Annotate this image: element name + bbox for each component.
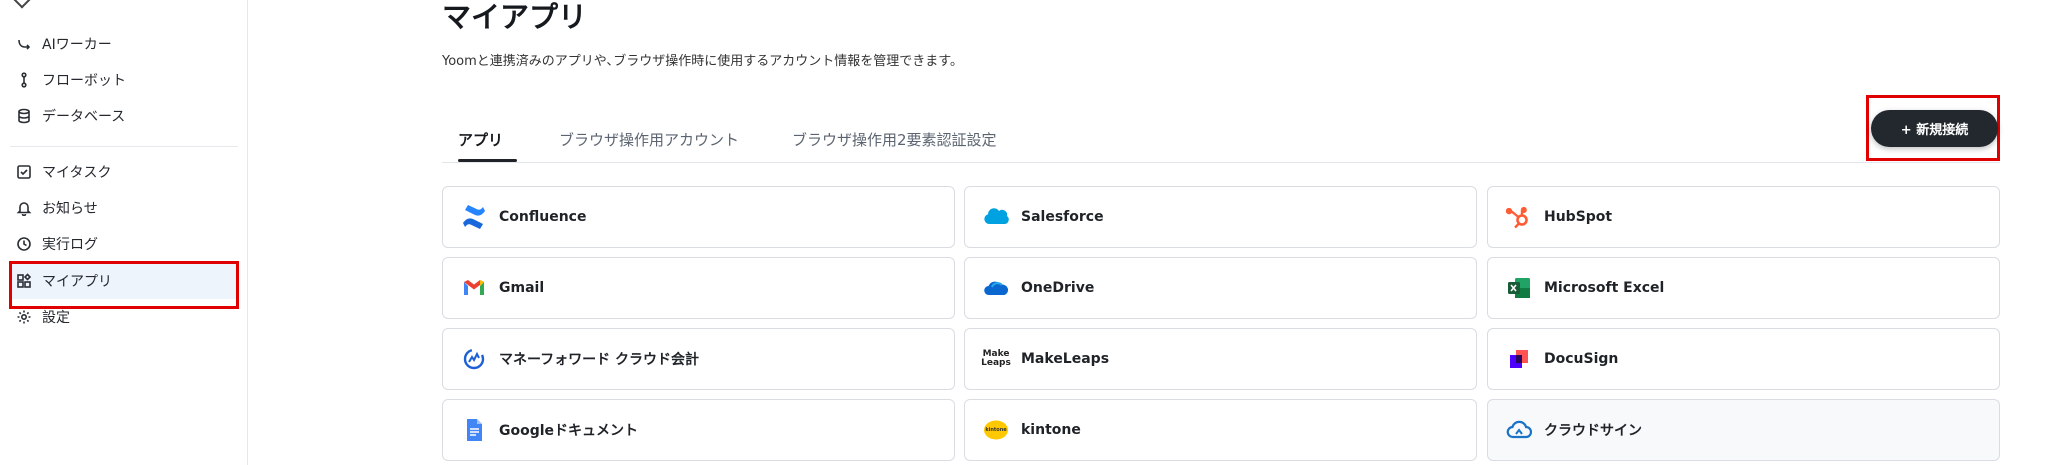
app-card-hubspot[interactable]: HubSpot (1487, 186, 2000, 248)
app-name: OneDrive (1021, 280, 1095, 296)
docusign-logo-icon (1506, 346, 1532, 372)
tab-bar: アプリ ブラウザ操作用アカウント ブラウザ操作用2要素認証設定 (442, 118, 2000, 163)
app-name: kintone (1021, 422, 1081, 438)
app-card-cloudsign[interactable]: クラウドサイン (1487, 399, 2000, 461)
app-name: マネーフォワード クラウド会計 (499, 352, 700, 368)
bell-icon (14, 198, 34, 218)
sidebar-item-ai-worker[interactable]: AIワーカー (10, 26, 238, 62)
onedrive-logo-icon (983, 275, 1009, 301)
sidebar-item-my-apps[interactable]: マイアプリ (10, 263, 238, 299)
app-card-google-docs[interactable]: Googleドキュメント (442, 399, 955, 461)
app-card-docusign[interactable]: DocuSign (1487, 328, 2000, 390)
logo-text: kintone (985, 427, 1007, 433)
sidebar-item-notifications[interactable]: お知らせ (10, 190, 238, 226)
sidebar-divider (10, 146, 238, 147)
sidebar-item-label: マイアプリ (42, 274, 112, 290)
app-name: MakeLeaps (1021, 351, 1110, 367)
page-title: マイアプリ (442, 0, 588, 34)
app-card-makeleaps[interactable]: Make Leaps MakeLeaps (964, 328, 1477, 390)
app-name: Salesforce (1021, 209, 1104, 225)
tab-browser-2fa[interactable]: ブラウザ操作用2要素認証設定 (792, 118, 997, 160)
apps-icon (14, 271, 34, 291)
app-name: クラウドサイン (1544, 423, 1642, 439)
google-docs-logo-icon (461, 417, 487, 443)
sidebar-item-label: 設定 (42, 310, 70, 326)
sidebar-item-run-log[interactable]: 実行ログ (10, 226, 238, 262)
tab-label: ブラウザ操作用2要素認証設定 (792, 130, 997, 149)
page-description: Yoomと連携済みのアプリや､ブラウザ操作時に使用するアカウント情報を管理できま… (442, 54, 963, 69)
kintone-logo-icon: kintone (983, 417, 1009, 443)
sidebar-item-label: フローボット (42, 73, 126, 89)
app-name: Googleドキュメント (499, 423, 639, 439)
app-card-onedrive[interactable]: OneDrive (964, 257, 1477, 319)
app-card-gmail[interactable]: Gmail (442, 257, 955, 319)
sidebar-item-label: 実行ログ (42, 237, 98, 253)
app-card-excel[interactable]: Microsoft Excel (1487, 257, 2000, 319)
clock-icon (14, 234, 34, 254)
new-connection-button[interactable]: + 新規接続 (1871, 110, 1998, 147)
chevron-icon[interactable] (13, 0, 31, 9)
moneyforward-logo-icon (461, 346, 487, 372)
makeleaps-logo-icon: Make Leaps (981, 346, 1011, 372)
app-card-kintone[interactable]: kintone kintone (964, 399, 1477, 461)
tab-apps[interactable]: アプリ (458, 118, 518, 162)
sidebar-item-settings[interactable]: 設定 (10, 299, 238, 335)
salesforce-logo-icon (983, 204, 1009, 230)
hubspot-logo-icon (1506, 204, 1532, 230)
confluence-logo-icon (461, 204, 487, 230)
tab-browser-accounts[interactable]: ブラウザ操作用アカウント (559, 118, 739, 160)
gear-icon (14, 307, 34, 327)
checkbox-icon (14, 162, 34, 182)
sidebar-item-label: お知らせ (42, 201, 98, 217)
cloudsign-logo-icon (1506, 417, 1532, 443)
app-name: DocuSign (1544, 351, 1619, 367)
logo-text: Leaps (981, 358, 1011, 368)
app-name: HubSpot (1544, 209, 1613, 225)
app-card-moneyforward[interactable]: マネーフォワード クラウド会計 (442, 328, 955, 390)
app-name: Confluence (499, 209, 587, 225)
tab-label: ブラウザ操作用アカウント (559, 130, 740, 149)
tab-label: アプリ (458, 130, 504, 149)
gmail-logo-icon (461, 275, 487, 301)
sidebar-item-label: マイタスク (42, 165, 112, 181)
sidebar: AIワーカー フローボット データベース マイタスク お知らせ 実行ログ マイア… (0, 0, 248, 465)
database-icon (14, 106, 34, 126)
sidebar-item-database[interactable]: データベース (10, 98, 238, 134)
sidebar-item-label: AIワーカー (42, 37, 112, 53)
excel-logo-icon (1506, 275, 1532, 301)
ai-worker-icon (14, 34, 34, 54)
flowbot-icon (14, 70, 34, 90)
app-name: Microsoft Excel (1544, 280, 1665, 296)
sidebar-item-flowbot[interactable]: フローボット (10, 62, 238, 98)
sidebar-item-label: データベース (42, 109, 126, 125)
app-name: Gmail (499, 280, 545, 296)
sidebar-item-my-tasks[interactable]: マイタスク (10, 154, 238, 190)
app-card-salesforce[interactable]: Salesforce (964, 186, 1477, 248)
app-card-confluence[interactable]: Confluence (442, 186, 955, 248)
